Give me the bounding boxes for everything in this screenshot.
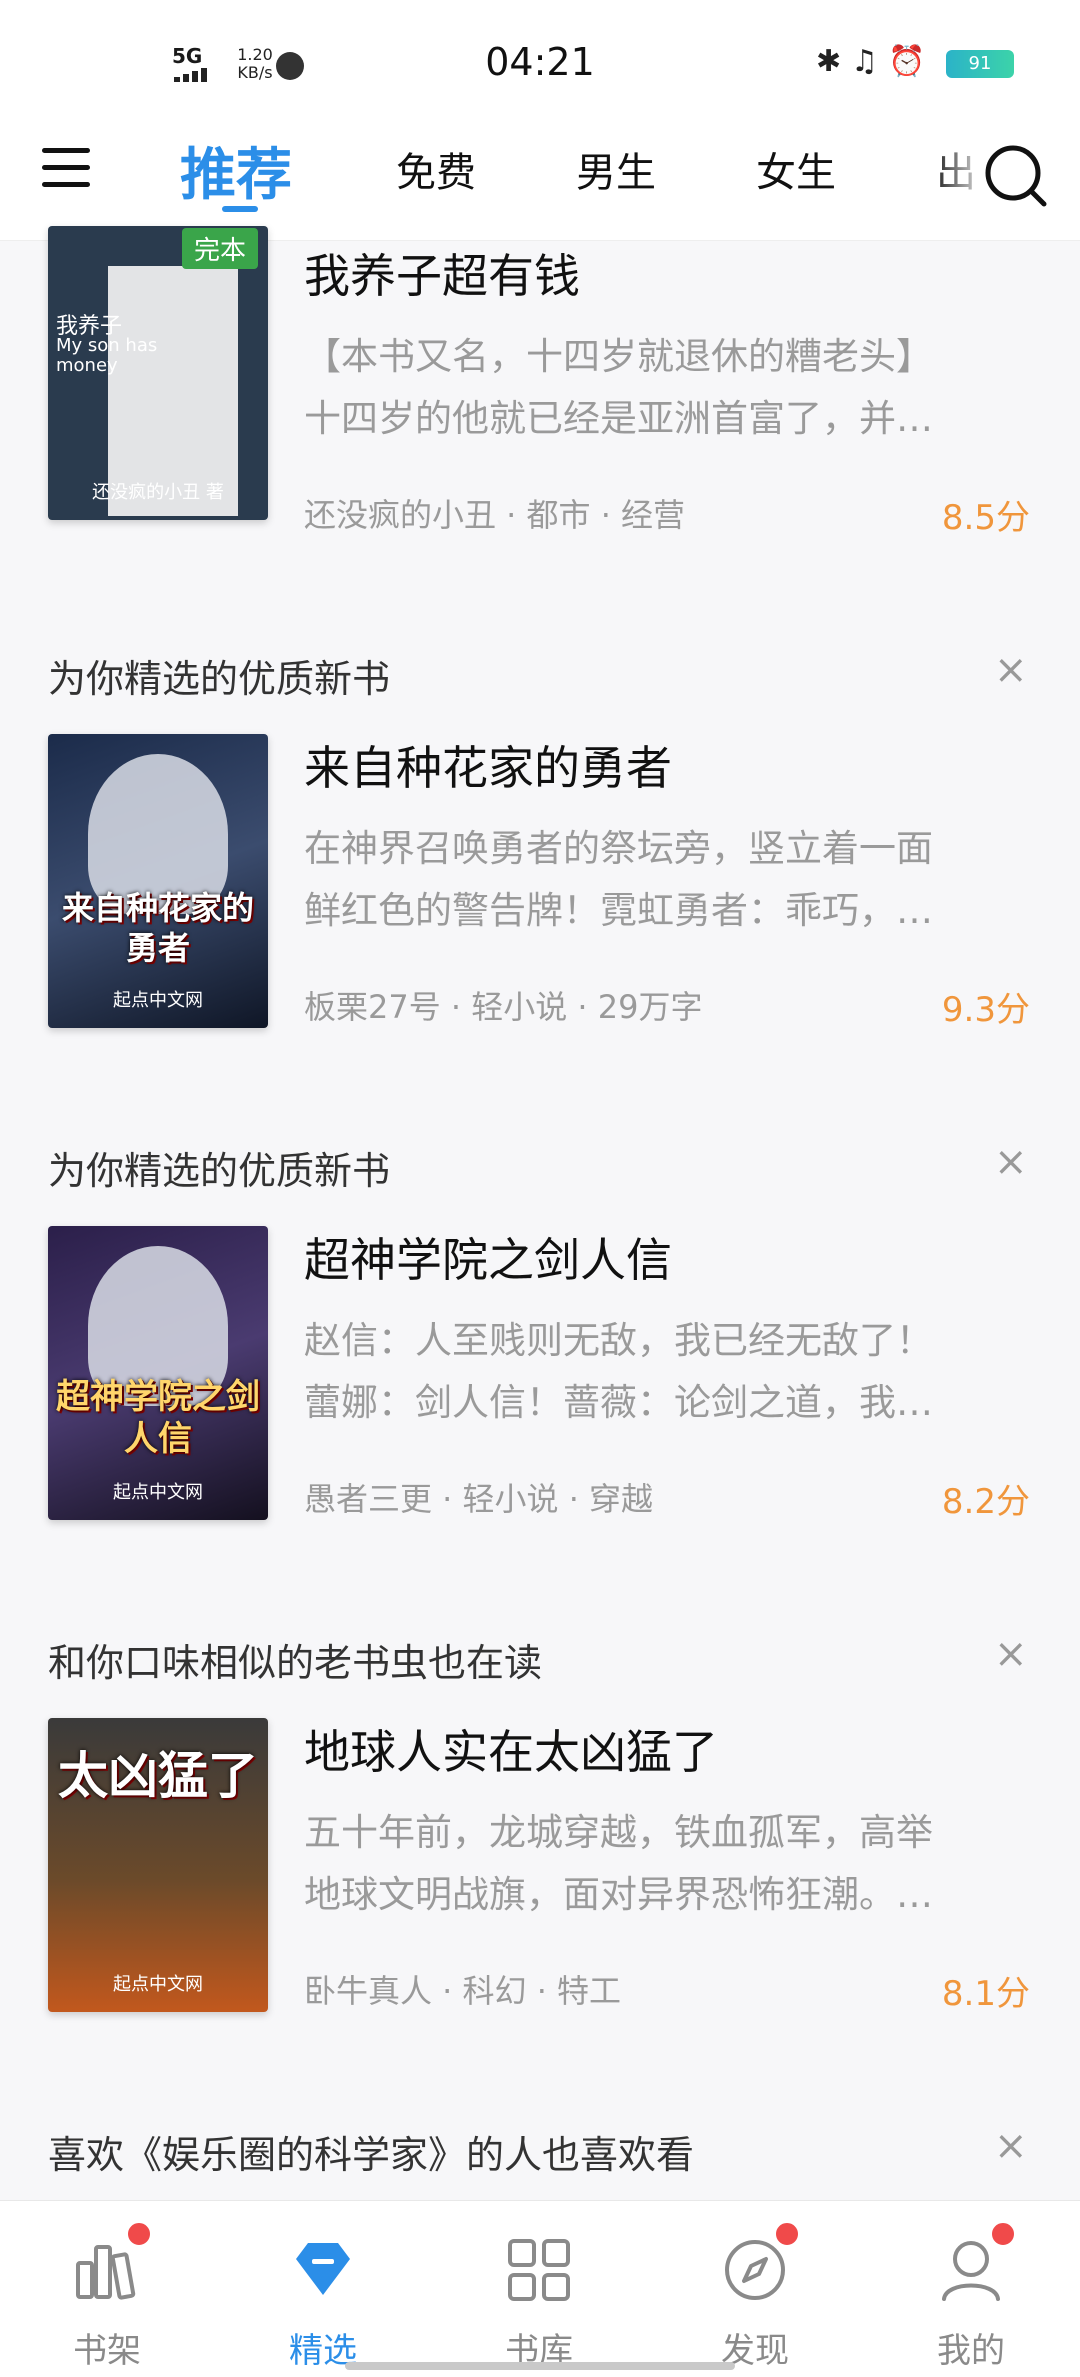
- network-speed: 1.20 KB/s: [237, 45, 273, 82]
- book-meta: 愚者三更 · 轻小说 · 穿越: [304, 1480, 654, 1518]
- tab-female[interactable]: 女生: [756, 140, 836, 198]
- book-title[interactable]: 来自种花家的勇者: [304, 732, 672, 798]
- book-desc: 地球文明战旗，面对异界恐怖狂潮。…: [304, 1873, 933, 1916]
- home-indicator[interactable]: [345, 2362, 735, 2370]
- grid-icon: [508, 2239, 570, 2301]
- nav-library[interactable]: 书库: [464, 2201, 614, 2377]
- tab-indicator: [222, 206, 258, 212]
- section-title: 为你精选的优质新书: [48, 657, 391, 701]
- top-nav: 推荐 免费 男生 女生 出: [0, 120, 1080, 241]
- nav-profile[interactable]: 我的: [896, 2201, 1046, 2377]
- section-title: 喜欢《娱乐圈的科学家》的人也喜欢看: [48, 2133, 695, 2177]
- book-desc: 在神界召唤勇者的祭坛旁，竖立着一面: [304, 827, 933, 870]
- battery-icon: 91: [946, 50, 1014, 78]
- notification-dot: [990, 2221, 1016, 2247]
- notification-dot: [126, 2221, 152, 2247]
- book-title[interactable]: 地球人实在太凶猛了: [304, 1716, 718, 1782]
- book-cover[interactable]: 来自种花家的勇者 起点中文网: [48, 734, 268, 1028]
- search-icon[interactable]: [980, 140, 1050, 210]
- tab-free[interactable]: 免费: [396, 140, 476, 198]
- book-score: 9.3分: [941, 990, 1030, 1030]
- complete-badge: 完本: [181, 228, 258, 269]
- network-type: 5G: [172, 44, 203, 68]
- alarm-icon: ⏰: [888, 44, 926, 79]
- book-cover[interactable]: 太凶猛了 起点中文网: [48, 1718, 268, 2012]
- book-score: 8.2分: [941, 1482, 1030, 1522]
- book-cover[interactable]: 我养子 My son has money 完本 还没疯的小丑 著: [48, 226, 268, 520]
- bottom-nav: 书架 精选 书库 发现 我的: [0, 2200, 1080, 2377]
- book-meta: 板栗27号 · 轻小说 · 29万字: [304, 988, 703, 1026]
- close-icon[interactable]: ×: [994, 1142, 1028, 1182]
- user-icon: [942, 2241, 1000, 2301]
- close-icon[interactable]: ×: [994, 650, 1028, 690]
- signal-icon: [174, 68, 214, 82]
- book-desc: 十四岁的他就已经是亚洲首富了，并…: [304, 397, 933, 440]
- nav-bookshelf[interactable]: 书架: [32, 2201, 182, 2377]
- bluetooth-icon: ✱: [816, 44, 842, 79]
- bookshelf-icon: [76, 2245, 136, 2300]
- book-desc: 蕾娜：剑人信！蔷薇：论剑之道，我…: [304, 1381, 933, 1424]
- book-desc: 鲜红色的警告牌！霓虹勇者：乖巧，…: [304, 889, 933, 932]
- notification-dot: [774, 2221, 800, 2247]
- nav-featured[interactable]: 精选: [248, 2201, 398, 2377]
- book-title[interactable]: 超神学院之剑人信: [304, 1224, 672, 1290]
- close-icon[interactable]: ×: [994, 2126, 1028, 2166]
- book-score: 8.5分: [941, 498, 1030, 538]
- book-desc: 【本书又名，十四岁就退休的糟老头】: [304, 335, 933, 378]
- book-score: 8.1分: [941, 1974, 1030, 2014]
- book-cover[interactable]: 超神学院之剑人信 起点中文网: [48, 1226, 268, 1520]
- diamond-icon: [296, 2243, 350, 2295]
- tab-recommend[interactable]: 推荐: [180, 130, 292, 211]
- nav-discover[interactable]: 发现: [680, 2201, 830, 2377]
- app-notification-icon: [276, 52, 304, 80]
- compass-icon: [725, 2240, 785, 2300]
- book-desc: 赵信：人至贱则无敌，我已经无敌了！: [304, 1319, 933, 1362]
- menu-icon[interactable]: [42, 144, 90, 192]
- close-icon[interactable]: ×: [994, 1634, 1028, 1674]
- section-title: 和你口味相似的老书虫也在读: [48, 1641, 543, 1685]
- section-title: 为你精选的优质新书: [48, 1149, 391, 1193]
- book-meta: 卧牛真人 · 科幻 · 特工: [304, 1972, 622, 2010]
- book-title[interactable]: 我养子超有钱: [304, 240, 580, 306]
- headphones-icon: ♫: [851, 44, 879, 79]
- status-bar: 5G 1.20 KB/s 04:21 ✱ ♫ ⏰ 91: [0, 0, 1080, 120]
- book-meta: 还没疯的小丑 · 都市 · 经营: [304, 496, 686, 534]
- clock: 04:21: [485, 40, 595, 84]
- book-desc: 五十年前，龙城穿越，铁血孤军，高举: [304, 1811, 933, 1854]
- tab-male[interactable]: 男生: [576, 140, 656, 198]
